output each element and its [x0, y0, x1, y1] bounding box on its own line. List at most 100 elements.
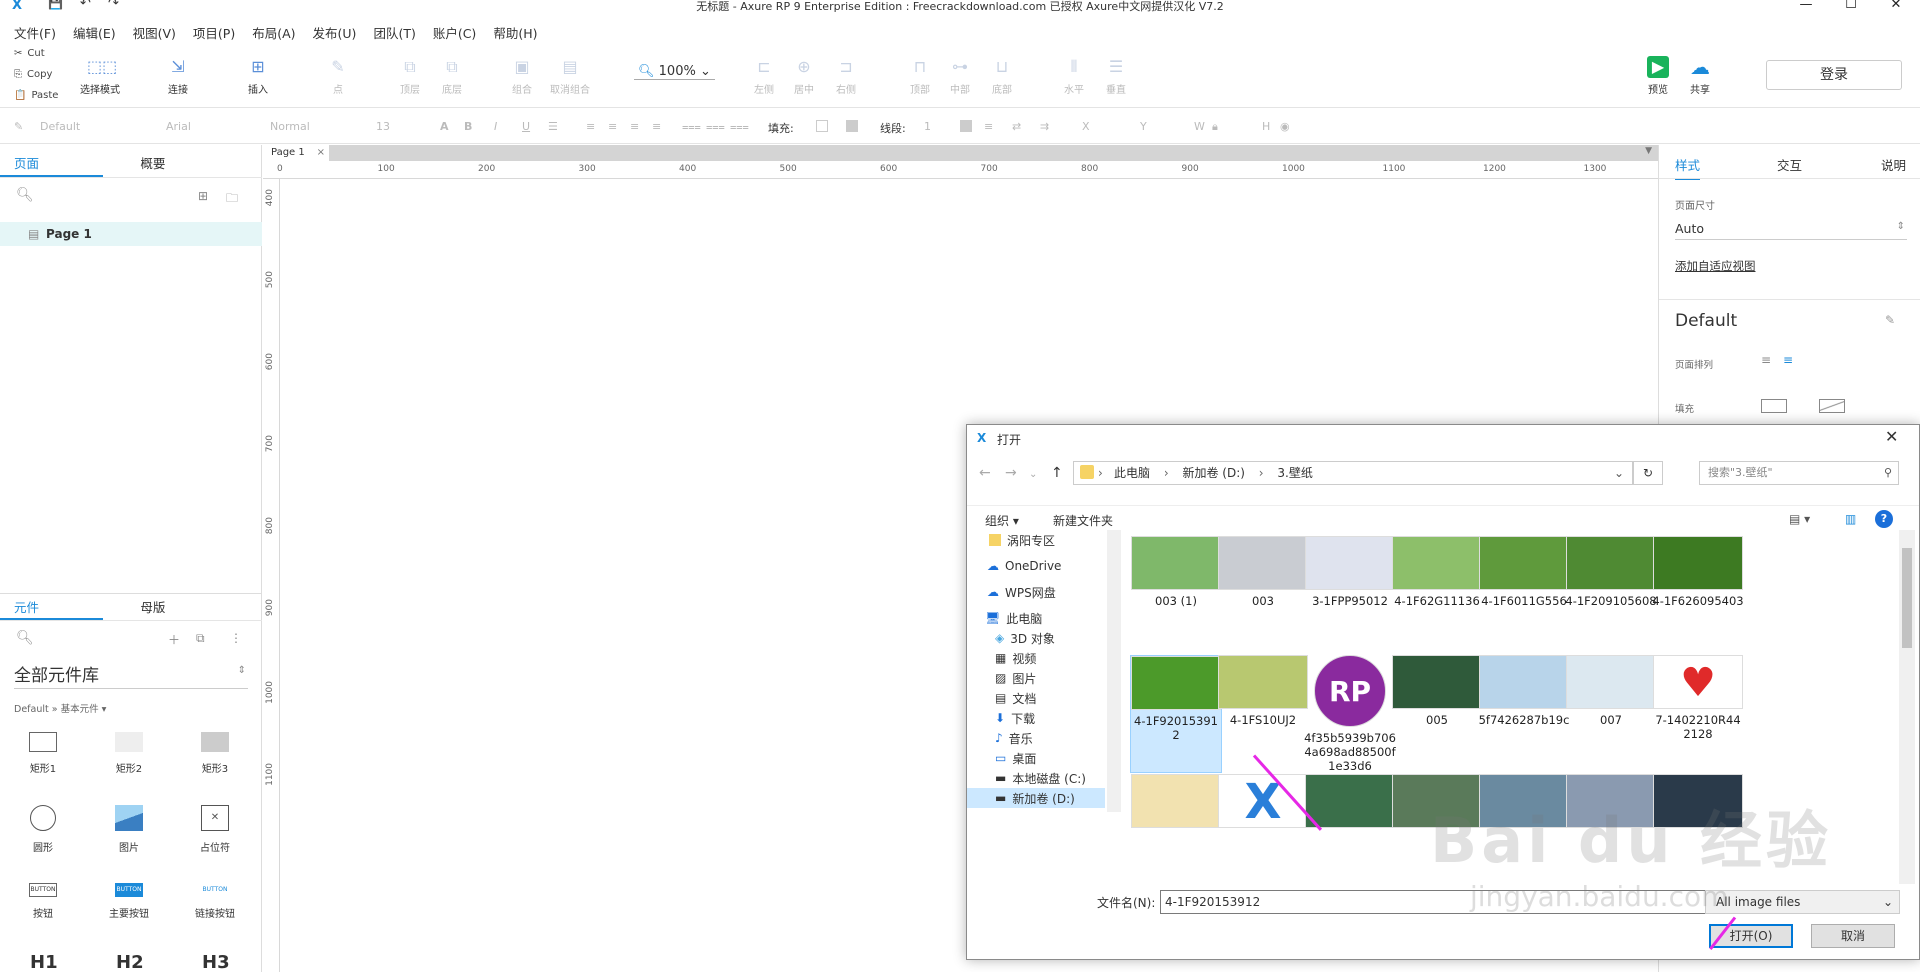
- font-color-icon[interactable]: A: [440, 120, 449, 133]
- align-text-center-icon[interactable]: ≡: [608, 120, 617, 133]
- file-scrollbar[interactable]: [1899, 530, 1915, 884]
- file-item[interactable]: [1130, 774, 1222, 884]
- menu-view[interactable]: 视图(V): [133, 23, 176, 42]
- file-item[interactable]: 4-1F6011G556: [1478, 536, 1570, 646]
- login-button[interactable]: 登录: [1766, 60, 1902, 90]
- align-right-button[interactable]: ⊐ 右侧: [818, 56, 874, 96]
- widget-h2[interactable]: H2: [116, 952, 144, 972]
- cancel-button[interactable]: 取消: [1811, 924, 1895, 948]
- paste-button[interactable]: 📋 Paste: [14, 90, 58, 101]
- distribute-v-button[interactable]: ☰ 垂直: [1088, 56, 1144, 96]
- file-item[interactable]: X: [1217, 774, 1309, 884]
- valign-bottom-icon[interactable]: ⩶: [730, 120, 749, 134]
- forward-arrow-icon[interactable]: →: [1005, 465, 1017, 481]
- align-bottom-button[interactable]: ⊔ 底部: [974, 56, 1030, 96]
- back-arrow-icon[interactable]: ←: [979, 465, 991, 481]
- select-mode-button[interactable]: ⬚⬚ 选择模式: [72, 56, 128, 96]
- menu-help[interactable]: 帮助(H): [493, 23, 537, 42]
- file-item[interactable]: 003 (1): [1130, 536, 1222, 646]
- breadcrumb-pc[interactable]: 此电脑: [1114, 466, 1150, 480]
- page-size-select[interactable]: Auto ⇕: [1675, 221, 1907, 240]
- breadcrumb-drive[interactable]: 新加卷 (D:): [1182, 466, 1244, 480]
- widget-h3[interactable]: H3: [202, 952, 230, 972]
- send-bottom-button[interactable]: ⧉ 底层: [424, 56, 480, 96]
- point-button[interactable]: ✎ 点: [310, 56, 366, 96]
- insert-button[interactable]: ⊞ 插入: [230, 56, 286, 96]
- file-item[interactable]: 005: [1391, 655, 1483, 765]
- italic-icon[interactable]: I: [494, 120, 497, 133]
- widget-image[interactable]: 图片: [99, 805, 159, 854]
- close-button[interactable]: ✕: [1874, 0, 1918, 12]
- justify-icon[interactable]: ≡: [652, 120, 661, 133]
- more-icon[interactable]: ⋮: [230, 631, 242, 645]
- widget-rect2[interactable]: 矩形2: [99, 732, 159, 775]
- align-text-left-icon[interactable]: ≡: [586, 120, 595, 133]
- widget-h1[interactable]: H1: [30, 952, 58, 972]
- address-chevron-icon[interactable]: ⌄: [1614, 462, 1624, 484]
- file-item[interactable]: 4-1F62G11136: [1391, 536, 1483, 646]
- nav-item-wps[interactable]: ☁ WPS网盘: [987, 582, 1119, 602]
- menu-account[interactable]: 账户(C): [433, 23, 476, 42]
- nav-scrollbar[interactable]: [1107, 530, 1121, 812]
- add-folder-icon[interactable]: 🗀: [226, 189, 238, 210]
- arrange-left-icon[interactable]: ≡: [1761, 353, 1771, 367]
- page-tab[interactable]: Page 1 ×: [263, 145, 329, 161]
- library-select[interactable]: 全部元件库 ⇕: [14, 661, 248, 689]
- refresh-icon[interactable]: ↻: [1633, 461, 1663, 485]
- bold-icon[interactable]: B: [464, 120, 472, 133]
- file-item[interactable]: 4-1F626095403: [1652, 536, 1744, 646]
- align-text-right-icon[interactable]: ≡: [630, 120, 639, 133]
- breadcrumb-folder[interactable]: 3.壁纸: [1277, 466, 1312, 480]
- ungroup-button[interactable]: ▤ 取消组合: [542, 56, 598, 96]
- tab-notes[interactable]: 说明: [1881, 155, 1906, 174]
- tab-pages[interactable]: 页面: [0, 150, 104, 177]
- nav-item-onedrive[interactable]: ☁ OneDrive: [987, 556, 1119, 576]
- underline-icon[interactable]: U: [522, 120, 530, 133]
- widget-link-button[interactable]: BUTTON 链接按钮: [185, 883, 245, 920]
- nav-item-thispc[interactable]: 🖥︎ 此电脑: [985, 608, 1117, 628]
- file-item[interactable]: 007: [1565, 655, 1657, 765]
- new-folder-button[interactable]: 新建文件夹: [1053, 512, 1113, 529]
- tab-masters[interactable]: 母版: [103, 594, 202, 620]
- file-item[interactable]: RP 4f35b5939b7064a698ad88500f1e33d6: [1304, 655, 1396, 773]
- tab-outline[interactable]: 概要: [103, 150, 202, 177]
- font-select[interactable]: Arial: [166, 120, 191, 133]
- arrange-center-icon[interactable]: ≡: [1783, 353, 1793, 367]
- tab-widgets[interactable]: 元件: [0, 594, 104, 620]
- fill-color-swatch[interactable]: [816, 120, 828, 132]
- scroll-thumb[interactable]: [1902, 548, 1912, 648]
- menu-team[interactable]: 团队(T): [373, 23, 415, 42]
- widget-circle[interactable]: 圆形: [13, 805, 73, 854]
- widget-button[interactable]: BUTTON 按钮: [13, 883, 73, 920]
- style-select[interactable]: Default: [40, 120, 80, 133]
- fill-image-swatch[interactable]: [1819, 399, 1845, 413]
- widget-placeholder[interactable]: ✕ 占位符: [185, 805, 245, 854]
- preview-pane-icon[interactable]: ▥: [1845, 512, 1856, 526]
- line-style-icon[interactable]: ≡: [984, 120, 993, 133]
- page-tree-item[interactable]: ▤ Page 1: [0, 222, 262, 246]
- lock-icon[interactable]: 🔒︎: [1212, 120, 1218, 134]
- visibility-icon[interactable]: ◉: [1280, 120, 1290, 133]
- widget-rect1[interactable]: 矩形1: [13, 732, 73, 775]
- valign-middle-icon[interactable]: ⩶: [706, 120, 725, 134]
- menu-layout[interactable]: 布局(A): [252, 23, 295, 42]
- add-adaptive-view-link[interactable]: 添加自适应视图: [1675, 258, 1756, 274]
- file-item[interactable]: 3-1FPP95012: [1304, 536, 1396, 646]
- line-color-swatch[interactable]: [960, 120, 972, 132]
- file-item[interactable]: 4-1F920153912: [1130, 655, 1222, 773]
- nav-item-quick[interactable]: 涡阳专区: [989, 530, 1121, 550]
- weight-select[interactable]: Normal: [270, 120, 310, 133]
- organize-menu[interactable]: 组织 ▾: [985, 512, 1019, 529]
- add-library-icon[interactable]: ＋: [168, 631, 180, 648]
- search-icon[interactable]: 🔍︎: [16, 187, 34, 203]
- menu-file[interactable]: 文件(F): [14, 23, 56, 42]
- share-button[interactable]: ☁ 共享: [1672, 56, 1728, 96]
- menu-project[interactable]: 项目(P): [193, 23, 235, 42]
- menu-publish[interactable]: 发布(U): [313, 23, 357, 42]
- copy-button[interactable]: ⎘ Copy: [14, 69, 52, 80]
- valign-top-icon[interactable]: ⩶: [682, 120, 701, 134]
- file-item[interactable]: 4-1F209105608: [1565, 536, 1657, 646]
- help-icon[interactable]: ?: [1875, 510, 1893, 528]
- widget-search-icon[interactable]: 🔍︎: [16, 630, 34, 646]
- zoom-select[interactable]: 🔍︎ 100% ⌄: [634, 64, 715, 80]
